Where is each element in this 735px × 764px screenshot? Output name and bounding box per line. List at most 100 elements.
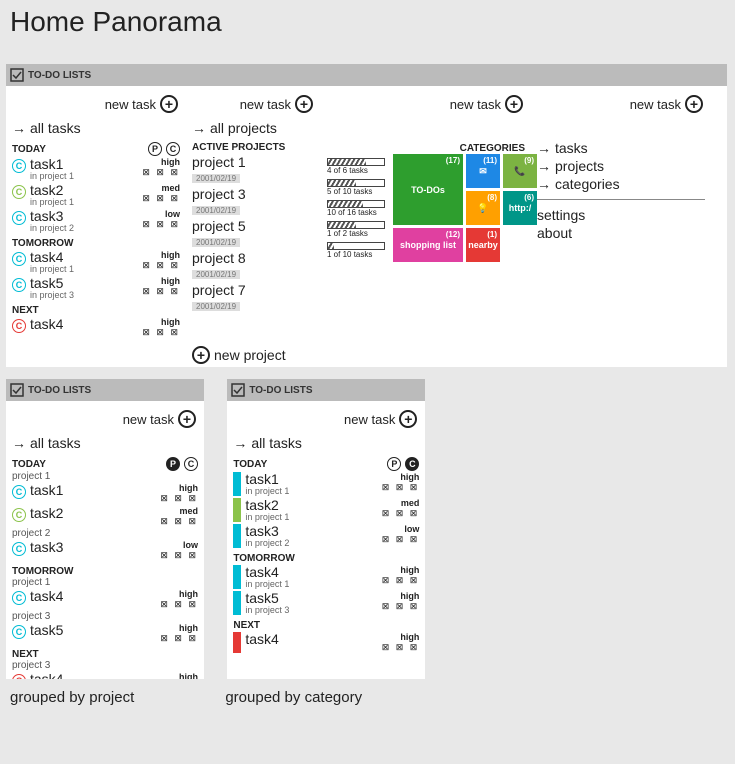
category-stripe [233,498,241,522]
all-tasks-link[interactable]: → all tasks [12,118,180,138]
arrow-icon: → [12,435,26,451]
task-status-icon: C [12,591,26,605]
project-row[interactable]: project 12001/02/19 [192,153,315,185]
task-row[interactable]: C task4in project 1 high⊠ ⊠ ⊠ [12,249,180,275]
separator [537,199,705,200]
progress-bar: 1 of 2 tasks [327,221,385,238]
section-label: TODAYPC [12,142,180,156]
plus-icon: + [178,410,196,428]
plus-icon: + [160,95,178,113]
task-row[interactable]: C task3in project 2 low⊠ ⊠ ⊠ [12,208,180,234]
caption-left: grouped by project [10,689,208,706]
task-row[interactable]: C task4 high⊠ ⊠ ⊠ [12,588,198,611]
category-tile[interactable]: (8)💡 [466,191,500,225]
grouped-by-project-panel: TO-DO LISTS new task + → all tasks TODAY… [6,379,204,679]
task-row[interactable]: C task4 high⊠ ⊠ ⊠ [12,671,198,679]
task-row[interactable]: task1in project 1 high⊠ ⊠ ⊠ [233,471,419,497]
category-tile[interactable]: (17)TO-DOs [393,154,463,225]
nav-link-tasks[interactable]: →tasks [537,139,705,157]
p-badge[interactable]: P [148,142,162,156]
progress-bar: 1 of 10 tasks [327,242,385,259]
c-badge[interactable]: C [166,142,180,156]
categories-column: new task + CATEGORIES 4 of 6 tasks5 of 1… [321,86,531,366]
group-label: project 2 [12,528,198,539]
task-status-icon: C [12,485,26,499]
new-task-button-3[interactable]: new task + [327,90,525,118]
task-status-icon: C [12,625,26,639]
task-row[interactable]: task5in project 3 high⊠ ⊠ ⊠ [233,590,419,616]
progress-bar: 10 of 16 tasks [327,200,385,217]
category-tile[interactable]: (12)shopping list [393,228,463,262]
new-task-button[interactable]: new task + [12,405,198,433]
category-tile[interactable]: (11)✉ [466,154,500,188]
nav-link-settings[interactable]: settings [537,206,705,224]
arrow-icon: → [537,140,551,156]
new-project-button[interactable]: + new project [192,344,315,366]
all-tasks-link[interactable]: → all tasks [233,433,419,453]
category-stripe [233,565,241,589]
plus-icon: + [295,95,313,113]
task-status-icon: C [12,211,26,225]
page-title: Home Panorama [0,0,735,58]
new-task-button-2[interactable]: new task + [192,90,315,118]
nav-link-projects[interactable]: →projects [537,157,705,175]
caption-right: grouped by category [225,689,423,706]
section-label: TODAYPC [12,457,198,471]
project-row[interactable]: project 82001/02/19 [192,249,315,281]
task-row[interactable]: C task5in project 3 high⊠ ⊠ ⊠ [12,275,180,301]
p-badge[interactable]: P [387,457,401,471]
group-label: project 1 [12,471,198,482]
plus-icon: + [192,346,210,364]
project-row[interactable]: project 32001/02/19 [192,185,315,217]
task-row[interactable]: task2in project 1 med⊠ ⊠ ⊠ [233,497,419,523]
task-row[interactable]: C task5 high⊠ ⊠ ⊠ [12,622,198,645]
task-row[interactable]: C task2 med⊠ ⊠ ⊠ [12,505,198,528]
c-badge[interactable]: C [405,457,419,471]
nav-link-categories[interactable]: →categories [537,175,705,193]
group-label: project 3 [12,611,198,622]
header-label: TO-DO LISTS [28,70,91,81]
c-badge[interactable]: C [184,457,198,471]
task-row[interactable]: task4 high⊠ ⊠ ⊠ [233,631,419,654]
task-row[interactable]: task4in project 1 high⊠ ⊠ ⊠ [233,564,419,590]
task-status-icon: C [12,159,26,173]
p-badge[interactable]: P [166,457,180,471]
task-row[interactable]: C task4 high⊠ ⊠ ⊠ [12,316,180,339]
arrow-icon: → [12,120,26,136]
task-row[interactable]: C task2in project 1 med⊠ ⊠ ⊠ [12,182,180,208]
category-tile[interactable]: (6)http:/ [503,191,537,225]
group-label: project 1 [12,577,198,588]
panel-header: TO-DO LISTS [227,379,425,401]
progress-bar: 5 of 10 tasks [327,179,385,196]
checklist-icon [10,383,24,397]
new-task-button[interactable]: new task + [12,90,180,118]
group-label: project 3 [12,660,198,671]
active-projects-label: ACTIVE PROJECTS [192,142,315,153]
section-label: TOMORROW [233,553,419,564]
panel-header: TO-DO LISTS [6,64,727,86]
task-row[interactable]: C task1 high⊠ ⊠ ⊠ [12,482,198,505]
category-stripe [233,632,241,653]
section-label: NEXT [12,649,198,660]
section-label: TOMORROW [12,566,198,577]
panel-header: TO-DO LISTS [6,379,204,401]
all-tasks-link[interactable]: → all tasks [12,433,198,453]
tasks-column: new task + → all tasks TODAYPC C task1in… [6,86,186,366]
new-task-button[interactable]: new task + [233,405,419,433]
section-label: TOMORROW [12,238,180,249]
panorama-panel: TO-DO LISTS new task + → all tasks TODAY… [6,64,727,367]
task-status-icon: C [12,508,26,522]
category-tile[interactable]: (9)📞 [503,154,537,188]
task-row[interactable]: task3in project 2 low⊠ ⊠ ⊠ [233,523,419,549]
task-row[interactable]: C task3 low⊠ ⊠ ⊠ [12,539,198,562]
nav-link-about[interactable]: about [537,224,705,242]
new-task-button-4[interactable]: new task + [537,90,705,118]
task-status-icon: C [12,674,26,679]
all-projects-link[interactable]: → all projects [192,118,315,138]
task-row[interactable]: C task1in project 1 high⊠ ⊠ ⊠ [12,156,180,182]
category-tile[interactable]: (1)nearby [466,228,500,262]
project-row[interactable]: project 52001/02/19 [192,217,315,249]
arrow-icon: → [192,120,206,136]
plus-icon: + [505,95,523,113]
project-row[interactable]: project 72001/02/19 [192,281,315,313]
